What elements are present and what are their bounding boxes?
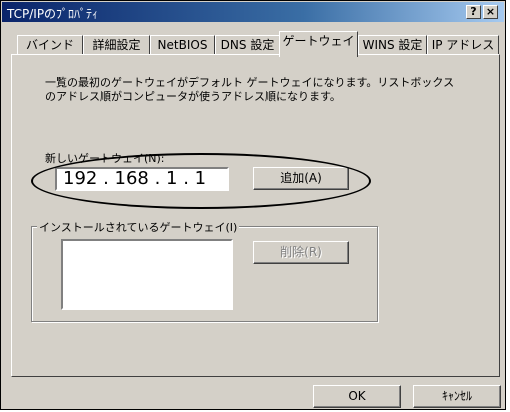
tab-wins[interactable]: WINS 設定 [358,35,427,55]
remove-button[interactable]: 削除(R) [253,241,349,264]
tcpip-properties-dialog: TCP/IPのﾌﾟﾛﾊﾟﾃｨ ? × バインド 詳細設定 NetBIOS DNS… [0,0,506,410]
tab-bindings[interactable]: バインド [17,35,83,55]
description-line-2: のアドレス順がコンピュータが使うアドレス順になります。 [45,90,341,103]
tab-netbios[interactable]: NetBIOS [150,35,215,55]
tab-gateway[interactable]: ゲートウェイ [279,31,358,57]
highlight-ellipse [31,153,371,209]
installed-gateways-listbox[interactable] [61,239,233,310]
cancel-button[interactable]: ｷｬﾝｾﾙ [413,385,501,408]
description-line-1: 一覧の最初のゲートウェイがデフォルト ゲートウェイになります。リストボックス [45,76,455,89]
window-title: TCP/IPのﾌﾟﾛﾊﾟﾃｨ [7,7,99,21]
help-button[interactable]: ? [466,5,481,19]
title-bar[interactable]: TCP/IPのﾌﾟﾛﾊﾟﾃｨ ? × [2,2,504,22]
tab-strip: バインド 詳細設定 NetBIOS DNS 設定 ゲートウェイ WINS 設定 … [11,31,501,57]
description-text: 一覧の最初のゲートウェイがデフォルト ゲートウェイになります。リストボックス の… [45,76,454,104]
close-button[interactable]: × [483,5,498,19]
tab-advanced[interactable]: 詳細設定 [83,35,150,55]
tab-ip-address[interactable]: IP アドレス [427,35,499,55]
tab-dns[interactable]: DNS 設定 [215,35,280,55]
ok-button[interactable]: OK [313,385,401,408]
installed-gateways-label: インストールされているゲートウェイ(I) [37,219,240,235]
